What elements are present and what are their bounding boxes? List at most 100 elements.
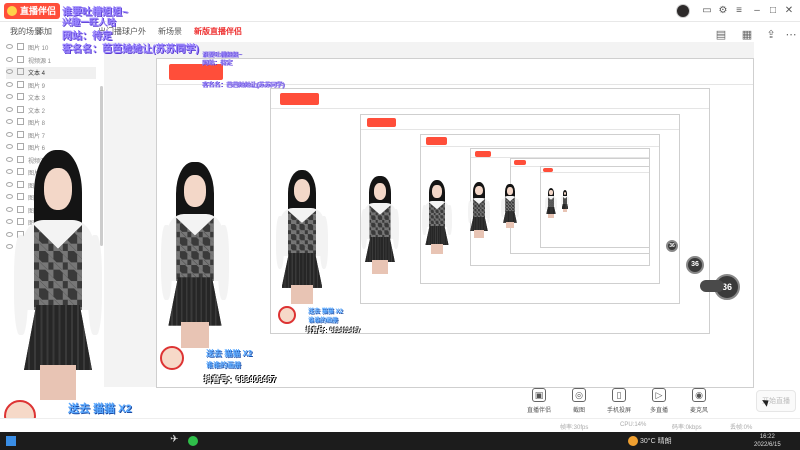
figure-legs — [40, 365, 76, 400]
figure-skirt — [281, 253, 323, 288]
camera-icon: ◎ — [572, 388, 586, 402]
overlay-mini-line-3: 网站：待定 — [202, 61, 233, 67]
scene-item[interactable]: 图片 9 — [6, 80, 96, 92]
scene-item-label: 图片 7 — [28, 133, 46, 140]
overlay-line-4: 客名名：芭芭她她让(苏苏同学) — [62, 44, 199, 55]
taskbar-date: 2022/6/15 — [754, 442, 781, 448]
nested-title-bar — [361, 115, 679, 131]
eye-icon[interactable] — [6, 144, 13, 149]
bottom-tool-button[interactable]: ◉ 麦克风 — [680, 386, 718, 418]
figure-skirt — [425, 225, 449, 246]
figure-legs — [506, 221, 514, 228]
mic-icon: ◉ — [692, 388, 706, 402]
source-type-icon — [17, 143, 24, 150]
streamer-figure — [544, 188, 558, 218]
eye-icon[interactable] — [6, 81, 13, 87]
figure-skirt — [168, 277, 222, 326]
taskbar-app-icon[interactable]: ✈ — [170, 434, 178, 445]
eye-icon[interactable] — [6, 119, 13, 124]
source-type-icon — [17, 55, 24, 63]
streamer-figure — [420, 180, 454, 254]
viewer-count-bubble-small: 36 — [686, 256, 704, 274]
douyin-id: 抖音号：683403467 — [306, 328, 361, 334]
status-cpu: CPU:14% — [620, 422, 647, 428]
nested-app-logo — [279, 92, 320, 105]
figure-legs — [372, 260, 388, 274]
eye-icon[interactable] — [6, 131, 13, 137]
message-icon[interactable]: ▭ — [700, 4, 714, 18]
subtitle-text: 谁谁的画册 — [308, 318, 339, 324]
scene-item[interactable]: 文本 3 — [6, 92, 96, 104]
nested-app-logo — [513, 160, 527, 166]
figure-face — [293, 179, 311, 203]
subtitle-text: 谁谁的画册 — [206, 362, 241, 369]
figure-skirt — [24, 305, 92, 370]
figure-legs — [291, 285, 313, 304]
settings-icon[interactable]: ⚙ — [716, 4, 730, 18]
eye-icon[interactable] — [6, 106, 13, 112]
bottom-tool-button[interactable]: ▷ 多直播 — [640, 386, 678, 418]
minimize-icon[interactable]: – — [750, 4, 764, 18]
more-icon[interactable]: ⋯ — [784, 28, 798, 42]
layers-icon[interactable]: ▦ — [740, 28, 754, 42]
scene-item[interactable]: 文本 4 — [6, 67, 96, 79]
app-logo: 直播伴侣 — [4, 3, 60, 19]
windows-taskbar: ✈ 30°C 晴朗 16:22 2022/6/15 — [0, 432, 800, 450]
eye-icon[interactable] — [6, 56, 13, 62]
scene-item-label: 视频源 1 — [28, 58, 52, 65]
maximize-icon[interactable]: □ — [766, 4, 780, 18]
source-type-icon — [17, 105, 24, 113]
streamer-figure — [156, 162, 234, 348]
source-type-icon — [17, 130, 24, 138]
bottom-tool-label: 多直播 — [649, 408, 668, 414]
scene-item[interactable]: 图片 7 — [6, 130, 96, 142]
status-bar: 帧率:30fps CPU:14% 码率:0kbps 丢帧:0% — [0, 418, 800, 432]
gift-text: 送去 猫猫 X2 — [206, 349, 253, 358]
taskbar-app-icon-2[interactable] — [188, 436, 198, 446]
eye-icon[interactable] — [6, 69, 13, 74]
logo-mark-icon — [7, 6, 17, 16]
figure-face — [432, 185, 442, 198]
eye-icon[interactable] — [6, 94, 13, 99]
menu-icon[interactable]: ≡ — [732, 4, 746, 18]
tab-add[interactable]: 添加 — [36, 26, 52, 37]
scene-item-label: 图片 10 — [28, 46, 49, 52]
streamer-figure — [8, 150, 108, 400]
streamer-figure — [272, 170, 332, 304]
nested-app-logo — [425, 137, 448, 145]
user-avatar[interactable] — [676, 4, 690, 18]
figure-skirt — [365, 236, 395, 263]
taskbar-clock[interactable]: 16:22 2022/6/15 — [754, 433, 781, 449]
weather-icon — [628, 436, 638, 446]
nested-title-bar — [271, 89, 709, 109]
anime-avatar — [160, 346, 184, 370]
figure-legs — [563, 208, 567, 212]
scene-item[interactable]: 视频源 1 — [6, 55, 96, 67]
tab-new-scene[interactable]: 新场景 — [158, 26, 182, 37]
nested-app-logo — [543, 168, 553, 173]
nested-title-bar — [471, 149, 649, 159]
eye-icon[interactable] — [6, 44, 13, 49]
gift-text: 送去 猫猫 X2 — [308, 309, 343, 315]
bottom-tool-button[interactable]: ▯ 手机投屏 — [600, 386, 638, 418]
layout-icon[interactable]: ▤ — [714, 28, 728, 42]
tab-new-version[interactable]: 新版直播伴侣 — [194, 26, 242, 37]
bottom-tool-button[interactable]: ◎ 截图 — [560, 386, 598, 418]
nested-title-bar — [421, 135, 659, 147]
status-bitrate: 码率:0kbps — [672, 425, 702, 431]
share-icon[interactable]: ⇪ — [764, 28, 778, 42]
close-icon[interactable]: ✕ — [782, 4, 796, 18]
overlay-mini-line-4: 客名名：芭芭她她让(苏苏同学) — [202, 83, 284, 89]
scene-item[interactable]: 文本 2 — [6, 105, 96, 117]
figure-face — [475, 185, 483, 196]
scene-item[interactable]: 图片 8 — [6, 117, 96, 129]
figure-legs — [430, 243, 444, 254]
bottom-tool-label: 手机投屏 — [606, 408, 631, 414]
figure-legs — [474, 230, 484, 238]
windows-start-icon[interactable] — [6, 436, 16, 446]
streamer-figure — [466, 182, 492, 238]
gift-text: 送去 猫猫 X2 — [68, 403, 132, 415]
bottom-tool-button[interactable]: ▣ 直播伴侣 — [520, 386, 558, 418]
nested-app-logo — [367, 117, 396, 128]
bubble-pill — [700, 280, 724, 292]
